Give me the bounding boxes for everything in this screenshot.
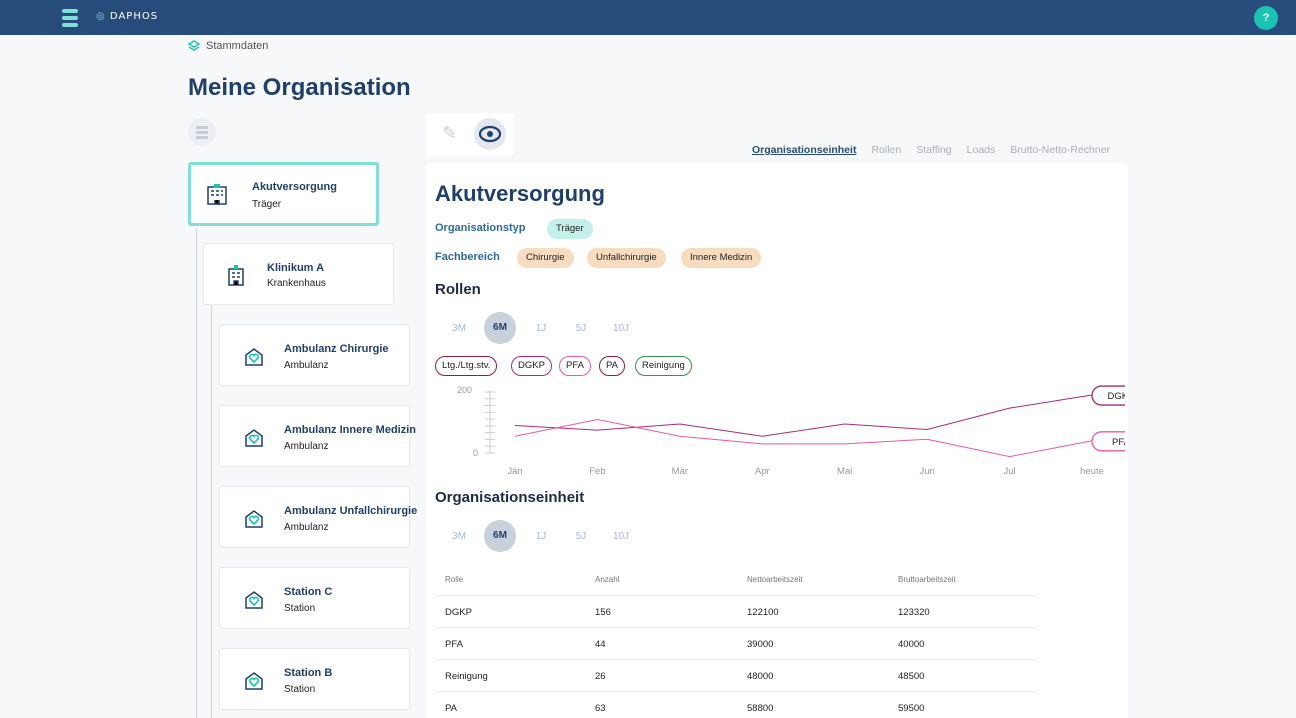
breadcrumb[interactable]: Stammdaten [188, 40, 268, 52]
range-3m[interactable]: 3M [444, 323, 474, 334]
layers-icon [188, 40, 200, 51]
tree-node-ambulanz-chirurgie[interactable]: Ambulanz Chirurgie Ambulanz [219, 324, 410, 386]
tab-rollen[interactable]: Rollen [871, 144, 901, 156]
top-bar: ◎ DAPHOS ? [0, 0, 1296, 35]
building-icon [207, 184, 227, 205]
x-tick-label: Feb [589, 466, 605, 477]
range-6m[interactable]: 6M [484, 312, 516, 344]
col-netto: Nettoarbeitszeit [747, 575, 803, 584]
x-tick-label: Jän [507, 466, 522, 477]
tree-node-akutversorgung[interactable]: Akutversorgung Träger [188, 162, 379, 226]
fach-chip: Unfallchirurgie [587, 248, 666, 268]
x-tick-label: Mär [672, 466, 688, 477]
range-6m[interactable]: 6M [484, 520, 516, 552]
table-row: Reinigung 26 48000 48500 [435, 660, 1037, 692]
menu-icon[interactable] [62, 9, 78, 27]
tree-node-ambulanz-innere-medizin[interactable]: Ambulanz Innere Medizin Ambulanz [219, 405, 416, 467]
series-end-label: DGKP [1108, 391, 1125, 402]
detail-title: Akutversorgung [435, 181, 605, 206]
range-selector-oe: 3M 6M 1J 5J 10J [444, 520, 646, 552]
tree-node-klinikum-a[interactable]: Klinikum A Krankenhaus [203, 243, 394, 305]
rollen-heading: Rollen [435, 281, 481, 298]
table-row: PFA 44 39000 40000 [435, 628, 1037, 660]
tree-line [211, 305, 212, 718]
legend-pa[interactable]: PA [599, 356, 625, 376]
fachbereich-label: Fachbereich [435, 251, 500, 263]
tree-node-station-c[interactable]: Station C Station [219, 567, 410, 629]
tree-node-station-b[interactable]: Station B Station [219, 648, 410, 710]
clinic-heart-icon [245, 429, 263, 447]
clinic-heart-icon [245, 672, 263, 690]
x-tick-label: heute [1080, 466, 1104, 477]
series-line-dgkp [514, 394, 1093, 437]
x-tick-label: Jun [919, 466, 934, 477]
col-brutto: Bruttoarbeitszeit [898, 575, 956, 584]
tab-bar: Organisationseinheit Rollen Staffing Loa… [752, 144, 1110, 156]
range-5j[interactable]: 5J [566, 323, 596, 334]
clinic-heart-icon [245, 510, 263, 528]
range-1j[interactable]: 1J [526, 531, 556, 542]
tab-staffing[interactable]: Staffing [916, 144, 951, 156]
fach-chip: Innere Medizin [681, 248, 762, 268]
table-row: DGKP 156 122100 123320 [435, 596, 1037, 628]
orgtype-chip: Träger [547, 219, 593, 239]
x-tick-label: Apr [755, 466, 770, 477]
tab-organisationseinheit[interactable]: Organisationseinheit [752, 144, 856, 156]
range-selector: 3M 6M 1J 5J 10J [444, 312, 646, 344]
x-tick-label: Jul [1003, 466, 1015, 477]
table-header: Rolle Anzahl Nettoarbeitszeit Bruttoarbe… [435, 566, 1037, 596]
view-icon[interactable] [474, 118, 506, 150]
fach-chip: Chirurgie [517, 248, 574, 268]
hospital-icon [228, 265, 244, 286]
roles-chart: 200 0 Jän Feb Mär Apr Mai Jun Jul heute DGKP PFA [457, 385, 1125, 477]
tab-loads[interactable]: Loads [967, 144, 996, 156]
clinic-heart-icon [245, 348, 263, 366]
clinic-heart-icon [245, 591, 263, 609]
oe-table: Rolle Anzahl Nettoarbeitszeit Bruttoarbe… [435, 566, 1037, 718]
tree-view-icon[interactable] [188, 118, 216, 146]
edit-icon[interactable]: ✎ [442, 123, 457, 144]
col-anzahl: Anzahl [595, 575, 620, 584]
page-title: Meine Organisation [188, 74, 411, 101]
range-10j[interactable]: 10J [606, 323, 636, 334]
help-button[interactable]: ? [1254, 6, 1278, 30]
range-5j[interactable]: 5J [566, 531, 596, 542]
legend-reinigung[interactable]: Reinigung [635, 356, 692, 376]
range-3m[interactable]: 3M [444, 531, 474, 542]
x-tick-label: Mai [837, 466, 852, 477]
tree-node-ambulanz-unfallchirurgie[interactable]: Ambulanz Unfallchirurgie Ambulanz [219, 486, 417, 548]
table-row: PA 63 58800 59500 [435, 692, 1037, 718]
range-1j[interactable]: 1J [526, 323, 556, 334]
series-line-pfa [514, 418, 1093, 458]
col-rolle: Rolle [445, 575, 464, 584]
y-tick-label: 200 [457, 385, 472, 395]
tab-brutto-netto-rechner[interactable]: Brutto-Netto-Rechner [1010, 144, 1110, 156]
legend-dgkp[interactable]: DGKP [511, 356, 552, 376]
mode-toggle: ✎ [426, 113, 514, 155]
y-tick-label: 0 [473, 448, 478, 458]
legend-ltg[interactable]: Ltg./Ltg.stv. [435, 356, 498, 376]
range-10j[interactable]: 10J [606, 531, 636, 542]
tree-line [196, 228, 197, 718]
legend-pfa[interactable]: PFA [559, 356, 591, 376]
logo[interactable]: ◎ DAPHOS [96, 11, 158, 22]
oe-heading: Organisationseinheit [435, 489, 585, 506]
orgtype-label: Organisationstyp [435, 222, 526, 234]
series-end-label: PFA [1112, 437, 1125, 448]
